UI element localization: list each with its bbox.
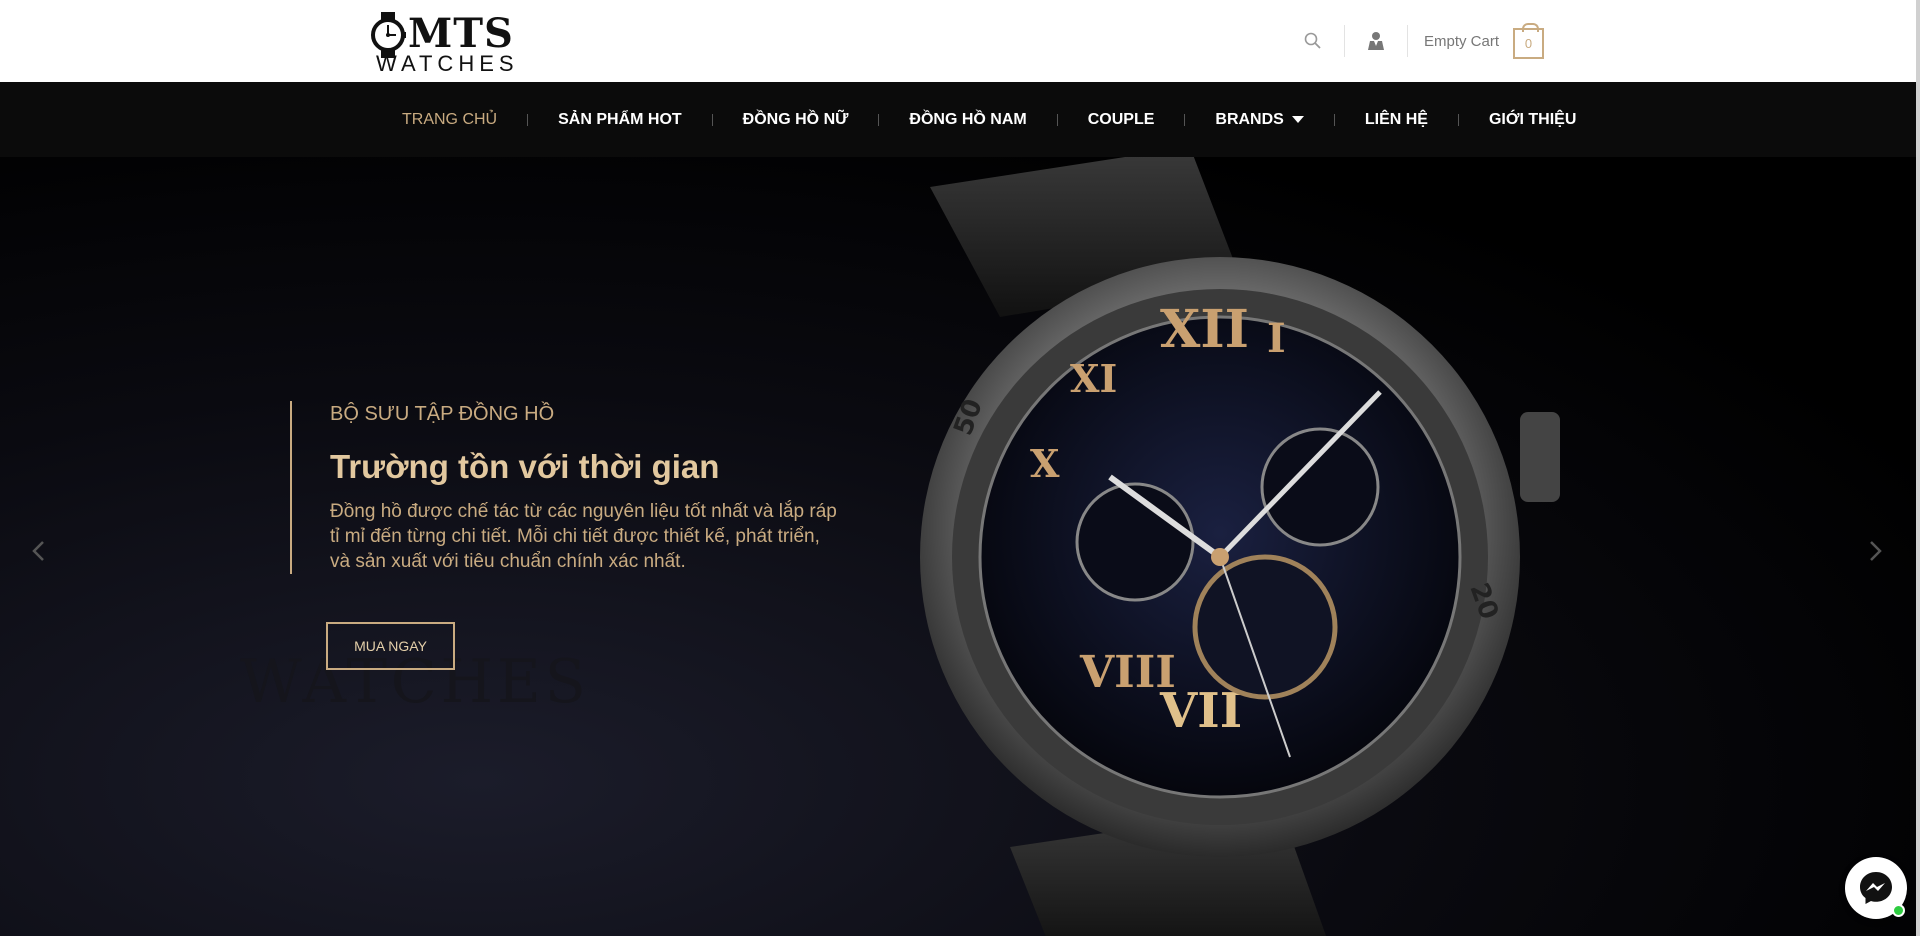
logo-subtext: WATCHES [376, 51, 519, 76]
nav-item-about[interactable]: GIỚI THIỆU [1459, 111, 1606, 129]
nav-item-brands-label: BRANDS [1215, 110, 1284, 128]
site-logo[interactable]: MTS WATCHES [370, 12, 515, 76]
nav-item-home[interactable]: TRANG CHỦ [372, 111, 527, 129]
svg-text:I: I [1267, 315, 1286, 362]
nav-item-brands[interactable]: BRANDS [1185, 111, 1333, 129]
chevron-right-icon [1870, 541, 1882, 561]
user-icon[interactable] [1361, 26, 1391, 56]
main-nav: TRANG CHỦ SẢN PHẨM HOT ĐỒNG HỒ NỮ ĐỒNG H… [0, 82, 1916, 157]
messenger-chat-button[interactable] [1845, 857, 1907, 919]
watch-image: XII I XI X VIII VII 50 20 [920, 157, 1560, 936]
hero-description: Đồng hồ được chế tác từ các nguyên liệu … [330, 501, 837, 572]
online-status-dot [1892, 904, 1905, 917]
cart-label[interactable]: Empty Cart [1424, 33, 1499, 50]
search-icon[interactable] [1298, 26, 1328, 56]
hero-content: BỘ SƯU TẬP ĐỒNG HỒ Trường tồn với thời g… [290, 401, 850, 574]
chevron-left-icon [32, 541, 44, 561]
buy-now-button[interactable]: MUA NGAY [326, 622, 455, 670]
messenger-icon [1860, 872, 1892, 904]
svg-text:XII: XII [1160, 299, 1249, 360]
svg-text:VII: VII [1159, 683, 1242, 739]
hero-slider: WATCHES XII I XI X VIII VII 50 20 BỘ SƯU… [0, 157, 1916, 936]
divider [1343, 25, 1345, 57]
header-tools: Empty Cart 0 [1298, 22, 1544, 60]
hero-title: Trường tồn với thời gian [330, 448, 720, 485]
nav-item-mens-watches[interactable]: ĐỒNG HỒ NAM [879, 111, 1056, 129]
prev-slide-button[interactable] [18, 531, 58, 571]
divider [1406, 25, 1408, 57]
page-scrollbar[interactable] [1916, 0, 1920, 936]
site-header: MTS WATCHES Empty Cart 0 [0, 0, 1916, 82]
cart-icon[interactable]: 0 [1513, 22, 1544, 59]
svg-text:X: X [1030, 441, 1060, 486]
nav-item-womens-watches[interactable]: ĐỒNG HỒ NỮ [713, 111, 879, 129]
cart-count: 0 [1524, 35, 1533, 51]
svg-text:XI: XI [1070, 356, 1117, 401]
hero-subtitle: BỘ SƯU TẬP ĐỒNG HỒ [330, 403, 555, 425]
nav-item-contact[interactable]: LIÊN HỆ [1335, 111, 1458, 129]
next-slide-button[interactable] [1856, 531, 1896, 571]
nav-item-hot-products[interactable]: SẢN PHẨM HOT [528, 111, 712, 129]
nav-item-couple[interactable]: COUPLE [1058, 111, 1185, 129]
logo-text: MTS [408, 10, 514, 57]
chevron-down-icon [1291, 116, 1304, 123]
